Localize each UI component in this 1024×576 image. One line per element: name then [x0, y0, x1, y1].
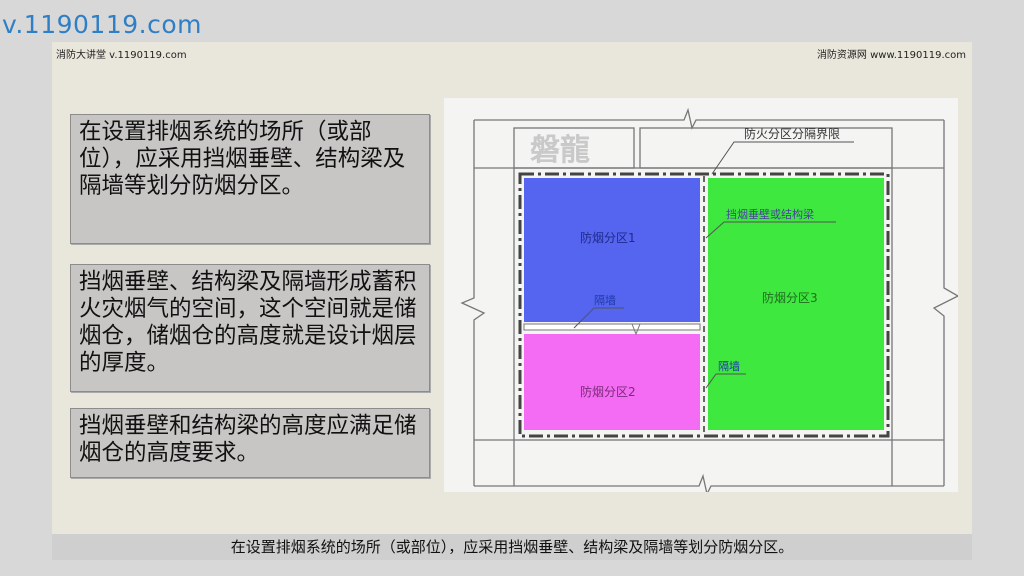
- header-left-text: 消防大讲堂 v.1190119.com: [56, 50, 187, 61]
- text-box-3: 挡烟垂壁和结构梁的高度应满足储烟仓的高度要求。: [70, 408, 430, 478]
- header-right-text: 消防资源网 www.1190119.com: [816, 50, 966, 61]
- presentation-slide: 消防大讲堂 v.1190119.com 消防资源网 www.1190119.co…: [52, 42, 972, 560]
- text-box-2: 挡烟垂壁、结构梁及隔墙形成蓄积火灾烟气的空间，这个空间就是储烟仓，储烟仓的高度就…: [70, 264, 430, 392]
- site-url-watermark: v.1190119.com: [2, 10, 202, 39]
- partition-wall-label-1: 隔墙: [594, 293, 616, 307]
- zone-2-label: 防烟分区2: [580, 384, 636, 399]
- smoke-zone-2: [524, 334, 700, 430]
- partition-wall: [523, 323, 701, 331]
- smoke-zone-diagram: 磐龍 防火分区分隔界限 挡烟垂壁或结构梁 隔墙 隔墙 防烟分区1 防烟分区2 防…: [444, 98, 958, 492]
- zone-3-label: 防烟分区3: [762, 290, 818, 305]
- bottom-caption: 在设置排烟系统的场所（或部位），应采用挡烟垂壁、结构梁及隔墙等划分防烟分区。: [52, 534, 972, 560]
- zone-1-label: 防烟分区1: [580, 230, 636, 245]
- text-box-1: 在设置排烟系统的场所（或部位），应采用挡烟垂壁、结构梁及隔墙等划分防烟分区。: [70, 114, 430, 244]
- fire-compartment-label: 防火分区分隔界限: [744, 126, 840, 141]
- smoke-barrier-label: 挡烟垂壁或结构梁: [726, 207, 814, 221]
- diagram-watermark: 磐龍: [530, 133, 590, 168]
- partition-wall-label-2: 隔墙: [718, 359, 740, 373]
